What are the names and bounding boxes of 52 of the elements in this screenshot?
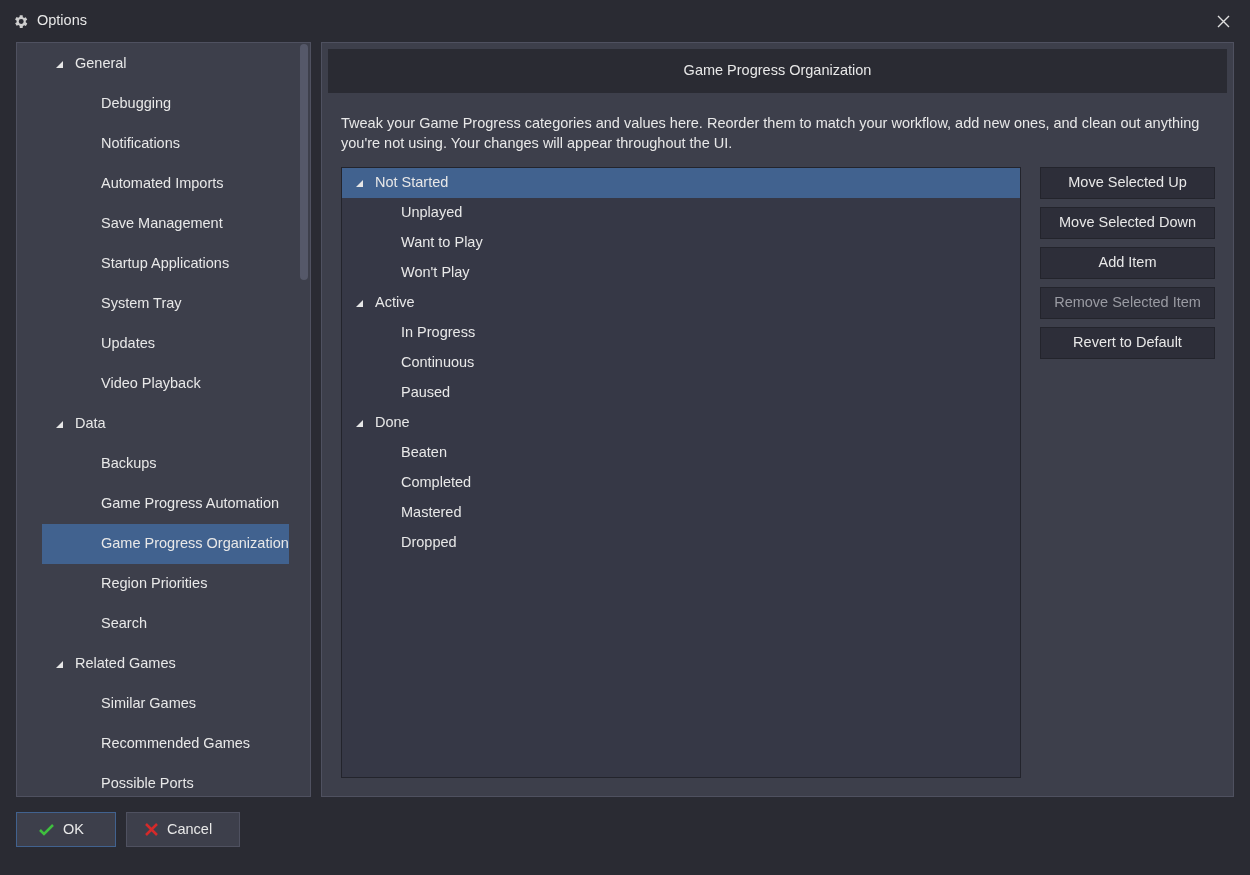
dialog-button[interactable]: Cancel xyxy=(126,812,240,847)
description-text: Tweak your Game Progress categories and values here. Reorder them to match your workflow, add new ones, and clean out anything you're not using. Your changes will appear throughout the UI. xyxy=(340,114,1201,153)
tree-item[interactable]: Notifications xyxy=(42,124,289,164)
tree-item[interactable]: Save Management xyxy=(42,204,289,244)
action-button[interactable]: Move Selected Down xyxy=(1040,207,1215,239)
action-button[interactable]: Move Selected Up xyxy=(1040,167,1215,199)
tree-item[interactable]: Mastered xyxy=(342,498,1020,528)
tree-item[interactable]: Dropped xyxy=(342,528,1020,558)
tree-item[interactable]: Continuous xyxy=(342,348,1020,378)
tree-item[interactable]: Backups xyxy=(42,444,289,484)
tree-item[interactable]: Not Started xyxy=(342,168,1020,198)
caret-icon[interactable] xyxy=(56,60,63,68)
tree-item[interactable]: Recommended Games xyxy=(42,724,289,764)
tree-item[interactable]: Paused xyxy=(342,378,1020,408)
caret-icon[interactable] xyxy=(356,299,363,307)
tree-item[interactable]: Automated Imports xyxy=(42,164,289,204)
scrollbar-thumb[interactable] xyxy=(300,44,308,280)
tree-item[interactable]: Beaten xyxy=(342,438,1020,468)
tree-item[interactable]: Debugging xyxy=(42,84,289,124)
dialog-button[interactable]: OK xyxy=(16,812,116,847)
action-button[interactable]: Revert to Default xyxy=(1040,327,1215,359)
tree-item[interactable]: In Progress xyxy=(342,318,1020,348)
tree-item[interactable]: System Tray xyxy=(42,284,289,324)
tree-item[interactable]: General xyxy=(42,44,289,84)
caret-icon[interactable] xyxy=(356,179,363,187)
tree-item[interactable]: Active xyxy=(342,288,1020,318)
caret-icon[interactable] xyxy=(56,420,63,428)
tree-item[interactable]: Done xyxy=(342,408,1020,438)
close-icon xyxy=(1216,14,1230,28)
tree-item[interactable]: Won't Play xyxy=(342,258,1020,288)
tree-item[interactable]: Game Progress Automation xyxy=(42,484,289,524)
checkmark-icon xyxy=(39,823,54,836)
tree-item[interactable]: Game Progress Organization xyxy=(42,524,289,564)
tree-item[interactable]: Completed xyxy=(342,468,1020,498)
caret-icon[interactable] xyxy=(56,660,63,668)
tree-item[interactable]: Possible Ports xyxy=(42,764,289,796)
tree-item[interactable]: Want to Play xyxy=(342,228,1020,258)
tree-item[interactable]: Related Games xyxy=(42,644,289,684)
cross-icon xyxy=(145,823,158,836)
tree-item[interactable]: Unplayed xyxy=(342,198,1020,228)
caret-icon[interactable] xyxy=(356,419,363,427)
tree-item[interactable]: Region Priorities xyxy=(42,564,289,604)
tree-item[interactable]: Search xyxy=(42,604,289,644)
tree-item[interactable]: Similar Games xyxy=(42,684,289,724)
window-title: Options xyxy=(37,11,87,31)
action-button[interactable]: Add Item xyxy=(1040,247,1215,279)
tree-item[interactable]: Video Playback xyxy=(42,364,289,404)
section-header: Game Progress Organization xyxy=(328,49,1227,93)
tree-item[interactable]: Startup Applications xyxy=(42,244,289,284)
gear-icon xyxy=(12,12,29,30)
tree-item[interactable]: Updates xyxy=(42,324,289,364)
tree-item[interactable]: Data xyxy=(42,404,289,444)
